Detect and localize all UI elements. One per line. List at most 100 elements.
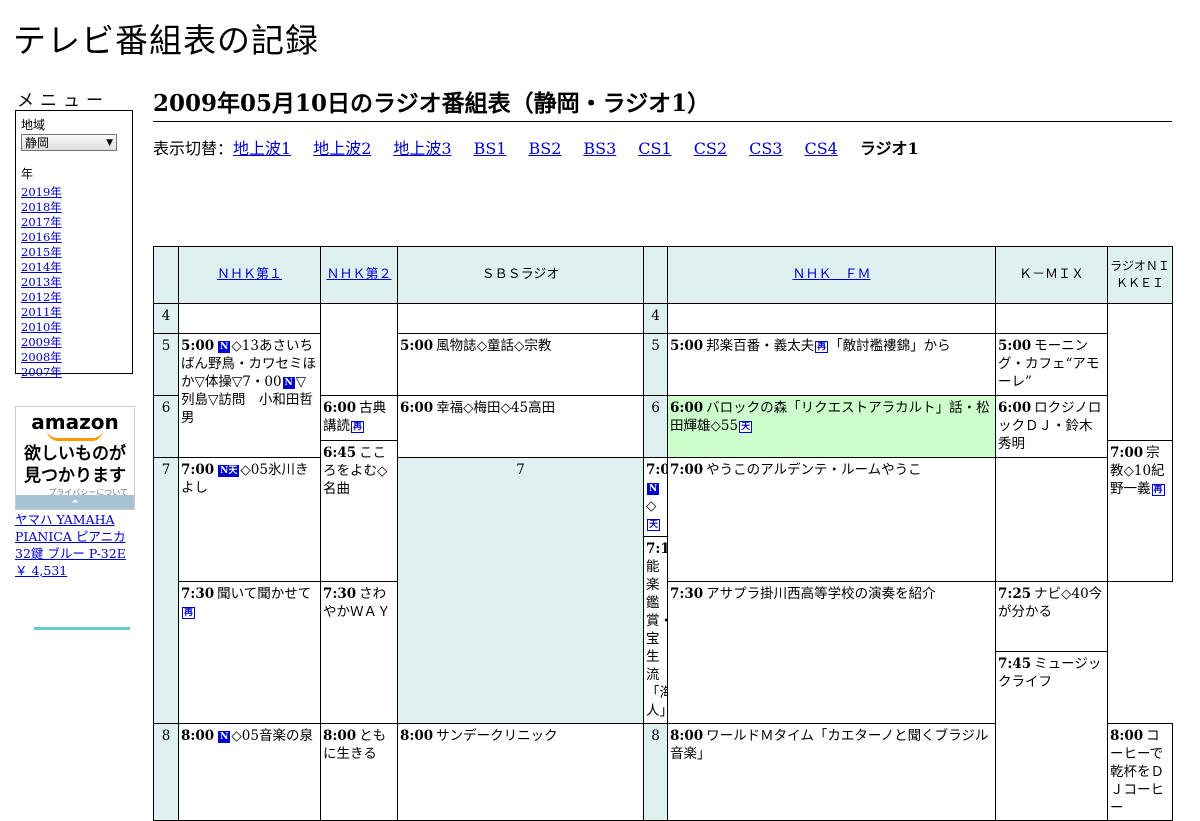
year-list: 2019年 2018年 2017年 2016年 2015年 2014年 2013… xyxy=(21,185,127,380)
program-cell[interactable]: 7:30 さわやかＷＡＹ xyxy=(320,581,398,724)
program-cell[interactable]: 7:15 能楽鑑賞・宝生流「海人」 xyxy=(643,536,668,724)
program-title: 幸福◇梅田◇45高田 xyxy=(436,400,556,416)
program-time: 7:15 xyxy=(646,541,667,557)
switch-link-bs2[interactable]: BS2 xyxy=(528,139,561,158)
program-cell[interactable]: 6:00 ロクジノロックＤＪ・鈴木秀明 xyxy=(995,395,1108,458)
year-link-2019[interactable]: 2019年 xyxy=(21,185,62,199)
year-link-2013[interactable]: 2013年 xyxy=(21,275,62,289)
program-cell[interactable]: 5:00 モーニング・カフェ“アモーレ” xyxy=(995,333,1108,396)
program-time: 6:00 xyxy=(670,400,704,416)
program-cell[interactable]: 7:00 宗教◇10紀野一義再 xyxy=(1107,440,1173,582)
ad-product-price[interactable]: ￥ 4,531 xyxy=(15,563,67,578)
program-cell[interactable]: 7:00 やうこのアルデンテ・ルームやうこ xyxy=(667,457,996,582)
program-title: サンデークリニック xyxy=(436,728,558,744)
program-time: 7:00 xyxy=(1110,445,1144,461)
switch-link-bs1[interactable]: BS1 xyxy=(474,139,507,158)
channel-link-nhk2[interactable]: ＮＨＫ第２ xyxy=(326,267,391,282)
year-link-2009[interactable]: 2009年 xyxy=(21,335,62,349)
ad-expand-icon[interactable]: ⏶ xyxy=(16,495,134,509)
switch-link-bs3[interactable]: BS3 xyxy=(583,139,616,158)
program-cell[interactable]: 5:00 邦楽百番・義太夫再「敵討襤褸錦」から xyxy=(667,333,996,396)
program-title: 能楽鑑賞・宝生流「海人」 xyxy=(646,559,667,719)
program-title: バロックの森「リクエストアラカルト」話・松田輝雄◇55 xyxy=(670,400,990,434)
program-time: 6:00 xyxy=(400,400,434,416)
program-cell[interactable]: 6:00 幸福◇梅田◇45高田 xyxy=(397,395,644,458)
program-time: 7:00 xyxy=(646,462,667,478)
program-time: 6:00 xyxy=(998,400,1032,416)
program-time: 8:00 xyxy=(400,728,434,744)
program-time: 5:00 xyxy=(998,338,1032,354)
program-time: 8:00 xyxy=(323,728,357,744)
channel-header-nhk2[interactable]: ＮＨＫ第２ xyxy=(320,246,398,304)
year-link-2008[interactable]: 2008年 xyxy=(21,350,62,364)
year-link-2014[interactable]: 2014年 xyxy=(21,260,62,274)
channel-link-nhkfm[interactable]: ＮＨＫ ＦＭ xyxy=(792,267,870,282)
hour-cell-5: 5 xyxy=(153,333,179,396)
year-link-2017[interactable]: 2017年 xyxy=(21,215,62,229)
switcher-label: 表示切替： xyxy=(153,139,234,158)
program-time: 6:45 xyxy=(323,445,357,461)
news-icon: N xyxy=(218,341,231,353)
program-title: アサプラ掛川西高等学校の演奏を紹介 xyxy=(706,586,936,602)
switch-link-terrestrial-2[interactable]: 地上波2 xyxy=(313,139,371,158)
channel-link-nhk1[interactable]: ＮＨＫ第１ xyxy=(217,267,282,282)
switch-link-terrestrial-1[interactable]: 地上波1 xyxy=(233,139,291,158)
switch-link-cs3[interactable]: CS3 xyxy=(749,139,782,158)
switch-link-cs2[interactable]: CS2 xyxy=(694,139,727,158)
program-cell[interactable]: 7:30 聞いて聞かせて再 xyxy=(178,581,321,724)
ad-product-link[interactable]: ヤマハ YAMAHA PIANICA ピアニカ 32鍵 ブルー P-32E xyxy=(15,512,126,561)
program-cell[interactable]: 8:00 サンデークリニック xyxy=(397,723,644,821)
program-cell[interactable]: 8:00 ともに生きる xyxy=(320,723,398,821)
program-time: 8:00 xyxy=(181,728,215,744)
hour-cell-7-right: 7 xyxy=(397,457,644,724)
year-link-2012[interactable]: 2012年 xyxy=(21,290,62,304)
header-hour-spacer xyxy=(153,246,179,304)
program-cell[interactable]: 8:00 ワールドＭタイム「カエターノと聞くブラジル音楽」 xyxy=(667,723,996,821)
program-time: 5:00 xyxy=(670,338,704,354)
rerun-icon: 再 xyxy=(351,421,365,433)
year-link-2018[interactable]: 2018年 xyxy=(21,200,62,214)
program-title: ◇05音楽の泉 xyxy=(231,728,313,744)
program-cell[interactable]: 7:00 N ◇ 天 xyxy=(643,457,668,537)
program-time: 7:30 xyxy=(181,586,215,602)
switch-link-cs1[interactable]: CS1 xyxy=(638,139,671,158)
program-title: 邦楽百番・義太夫 xyxy=(706,338,815,354)
year-link-2011[interactable]: 2011年 xyxy=(21,305,62,319)
hour-cell-6-right: 6 xyxy=(643,395,668,458)
program-cell[interactable]: 8:00 コーヒーで乾杯をＤＪコーヒー xyxy=(1107,723,1173,821)
program-title: 聞いて聞かせて xyxy=(217,586,312,602)
program-cell[interactable]: 7:45 ミュージックライフ xyxy=(995,651,1108,821)
year-link-2007[interactable]: 2007年 xyxy=(21,365,62,379)
program-title: ワールドＭタイム「カエターノと聞くブラジル音楽」 xyxy=(670,728,989,762)
year-link-2016[interactable]: 2016年 xyxy=(21,230,62,244)
menu-box: 地域 静岡 ▼ 年 2019年 2018年 2017年 2016年 2015年 … xyxy=(15,110,133,379)
hour-cell-5-right: 5 xyxy=(643,333,668,396)
program-cell[interactable]: 8:00 N ◇05音楽の泉 xyxy=(178,723,321,821)
rerun-icon: 再 xyxy=(815,341,829,353)
switch-current-radio1: ラジオ1 xyxy=(859,139,919,158)
program-cell[interactable]: 7:30 アサプラ掛川西高等学校の演奏を紹介 xyxy=(667,581,996,724)
program-cell[interactable]: 7:00 N天 ◇05氷川きよし xyxy=(178,457,321,582)
program-cell[interactable]: 5:00 風物誌◇童話◇宗教 xyxy=(397,333,644,396)
year-link-2015[interactable]: 2015年 xyxy=(21,245,62,259)
ad-product[interactable]: ヤマハ YAMAHA PIANICA ピアニカ 32鍵 ブルー P-32E ￥ … xyxy=(15,511,140,579)
switch-link-cs4[interactable]: CS4 xyxy=(804,139,837,158)
channel-header-nhk1[interactable]: ＮＨＫ第１ xyxy=(178,246,321,304)
program-cell[interactable]: 7:25 ナビ◇40今が分かる xyxy=(995,581,1108,652)
program-cell-empty xyxy=(995,303,1108,334)
weather-icon: 天 xyxy=(647,519,661,531)
program-cell[interactable]: 6:00 古典講読再 xyxy=(320,395,398,441)
program-time: 7:45 xyxy=(998,656,1032,672)
switch-link-terrestrial-3[interactable]: 地上波3 xyxy=(393,139,451,158)
year-link-2010[interactable]: 2010年 xyxy=(21,320,62,334)
amazon-ad[interactable]: amazon 欲しいものが 見つかります プライバシーについて ⏶ xyxy=(15,406,135,510)
program-cell-highlighted[interactable]: 6:00 バロックの森「リクエストアラカルト」話・松田輝雄◇55 天 xyxy=(667,395,996,458)
program-cell[interactable]: 5:00 N ◇13あさいちばん野鳥・カワセミほか▽体操▽7・00 N ▽列島▽訪問 小… xyxy=(178,333,321,458)
program-title: 風物誌◇童話◇宗教 xyxy=(436,338,552,354)
program-cell[interactable]: 6:45 こころをよむ◇名曲 xyxy=(320,440,398,582)
news-icon: N xyxy=(282,377,295,389)
region-select[interactable]: 静岡 ▼ xyxy=(21,134,117,151)
channel-header-nhkfm[interactable]: ＮＨＫ ＦＭ xyxy=(667,246,996,304)
rerun-icon: 再 xyxy=(182,607,196,619)
year-label: 年 xyxy=(21,167,34,181)
